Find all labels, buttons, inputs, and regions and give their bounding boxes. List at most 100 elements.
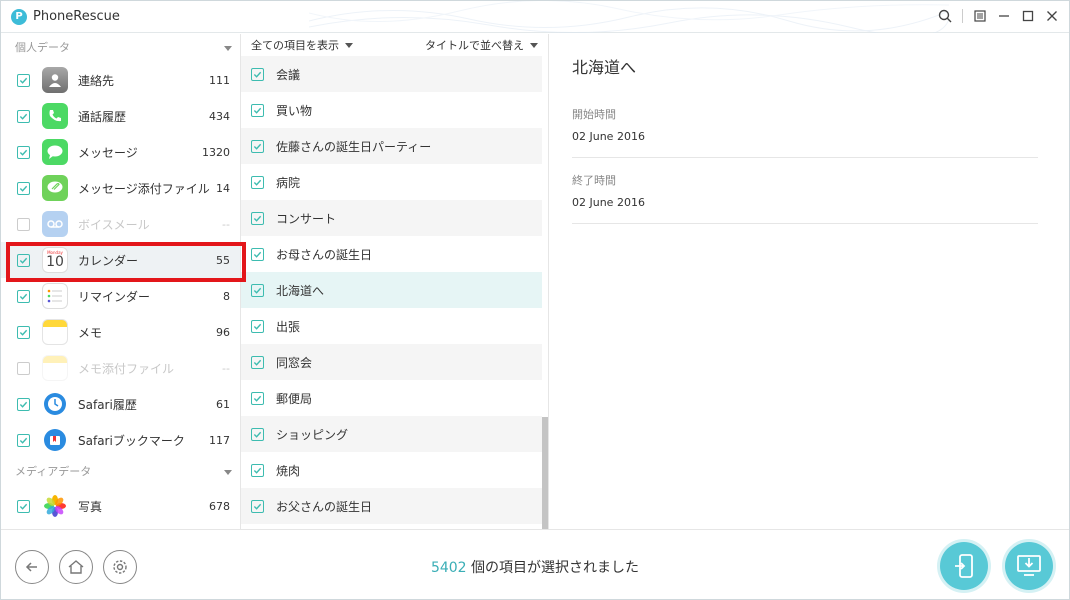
list-item[interactable]: コンサート — [241, 200, 542, 236]
safari-bookmark-icon — [42, 427, 68, 453]
end-time-label: 終了時間 — [572, 174, 616, 187]
checkbox[interactable] — [251, 211, 264, 225]
checkbox[interactable] — [17, 145, 30, 159]
recover-to-device-button[interactable] — [940, 542, 988, 590]
checkbox[interactable] — [251, 355, 264, 369]
sidebar-item-label: メッセージ — [78, 145, 138, 160]
minimize-icon[interactable] — [995, 7, 1013, 25]
sidebar-item-safari-bookmarks[interactable]: Safariブックマーク 117 — [1, 422, 240, 458]
bottom-bar: 5402 個の項目が選択されました — [1, 529, 1069, 599]
list-item[interactable]: 佐藤さんの誕生日パーティー — [241, 128, 542, 164]
checkbox[interactable] — [17, 325, 30, 339]
reminders-icon — [42, 283, 68, 309]
list-item[interactable]: 北海道へ — [241, 272, 542, 308]
sidebar-item-label: Safari履歴 — [78, 397, 137, 412]
list-item[interactable]: お父さんの誕生日 — [241, 488, 542, 524]
calendar-highlight-box — [6, 242, 246, 282]
phonerescue-window: P PhoneRescue 個人データ 連絡先 111 通話履歴 434 メッセ… — [0, 0, 1070, 600]
list-item-label: 郵便局 — [276, 391, 313, 406]
photos-icon — [42, 493, 68, 519]
checkbox[interactable] — [251, 67, 264, 81]
checkbox[interactable] — [17, 289, 30, 303]
sidebar-item-voicemail[interactable]: ボイスメール -- — [1, 206, 240, 242]
messages-icon — [42, 139, 68, 165]
checkbox[interactable] — [17, 73, 30, 87]
checkbox[interactable] — [17, 499, 30, 513]
sidebar-item-label: メモ添付ファイル — [78, 361, 175, 376]
list-item[interactable]: 出張 — [241, 308, 542, 344]
sidebar-item-messages[interactable]: メッセージ 1320 — [1, 134, 240, 170]
list-item[interactable]: 焼肉 — [241, 452, 542, 488]
attachment-icon — [42, 175, 68, 201]
sidebar-item-label: 通話履歴 — [78, 109, 127, 124]
checkbox[interactable] — [251, 175, 264, 189]
recover-to-computer-icon — [1017, 555, 1041, 576]
recover-to-device-icon — [955, 554, 973, 578]
item-count: 117 — [209, 433, 230, 447]
item-count: 434 — [209, 109, 230, 123]
sidebar-item-contacts[interactable]: 連絡先 111 — [1, 62, 240, 98]
selected-text: 個の項目が選択されました — [471, 560, 640, 576]
list-header: 全ての項目を表示 タイトルで並べ替え — [241, 34, 548, 56]
checkbox[interactable] — [17, 397, 30, 411]
list-item[interactable]: 買い物 — [241, 92, 542, 128]
item-count: 678 — [209, 499, 230, 513]
checkbox[interactable] — [251, 139, 264, 153]
list-item-label: コンサート — [276, 211, 337, 226]
start-time-field: 開始時間 02 June 2016 — [572, 92, 1038, 158]
sidebar-item-notes[interactable]: メモ 96 — [1, 314, 240, 350]
filter-dropdown[interactable]: 全ての項目を表示 — [251, 37, 353, 53]
list-item[interactable]: 会議 — [241, 56, 542, 92]
list-item-label: お父さんの誕生日 — [276, 499, 373, 514]
list-item[interactable]: ショッピング — [241, 416, 542, 452]
list-item[interactable]: 同窓会 — [241, 344, 542, 380]
checkbox[interactable] — [251, 103, 264, 117]
menu-icon[interactable] — [971, 7, 989, 25]
media-data-header[interactable]: メディアデータ — [1, 458, 240, 486]
personal-data-header[interactable]: 個人データ — [1, 34, 240, 62]
checkbox[interactable] — [251, 427, 264, 441]
search-icon[interactable] — [936, 7, 954, 25]
checkbox[interactable] — [17, 217, 30, 231]
checkbox[interactable] — [251, 499, 264, 513]
sidebar-item-safari-history[interactable]: Safari履歴 61 — [1, 386, 240, 422]
sidebar-item-call-history[interactable]: 通話履歴 434 — [1, 98, 240, 134]
list-item[interactable]: 病院 — [241, 164, 542, 200]
checkbox[interactable] — [17, 109, 30, 123]
list-scrollbar[interactable] — [542, 417, 548, 529]
event-title: 北海道へ — [572, 58, 637, 77]
item-count: -- — [222, 217, 230, 231]
notes-attachment-icon — [42, 355, 68, 381]
checkbox[interactable] — [251, 463, 264, 477]
contacts-icon — [42, 67, 68, 93]
list-item-label: 佐藤さんの誕生日パーティー — [276, 139, 432, 154]
checkbox[interactable] — [17, 433, 30, 447]
list-item[interactable]: 郵便局 — [241, 380, 542, 416]
checkbox[interactable] — [251, 247, 264, 261]
recover-to-computer-button[interactable] — [1005, 542, 1053, 590]
chevron-down-icon — [224, 470, 232, 475]
close-icon[interactable] — [1043, 7, 1061, 25]
sidebar-item-notes-attachments[interactable]: メモ添付ファイル -- — [1, 350, 240, 386]
list-item[interactable]: お母さんの誕生日 — [241, 236, 542, 272]
sidebar-item-message-attachments[interactable]: メッセージ添付ファイル 14 — [1, 170, 240, 206]
list-item-label: 会議 — [276, 67, 301, 82]
checkbox[interactable] — [251, 391, 264, 405]
checkbox[interactable] — [17, 181, 30, 195]
checkbox[interactable] — [17, 361, 30, 375]
checkbox[interactable] — [251, 283, 264, 297]
sidebar-item-photos[interactable]: 写真 678 — [1, 486, 240, 526]
sort-dropdown[interactable]: タイトルで並べ替え — [425, 37, 538, 53]
media-data-header-label: メディアデータ — [15, 465, 92, 478]
maximize-icon[interactable] — [1019, 7, 1037, 25]
phone-icon — [42, 103, 68, 129]
sidebar-item-label: メモ — [78, 325, 103, 340]
sidebar-item-label: リマインダー — [78, 289, 151, 304]
selection-status: 5402 個の項目が選択されました — [1, 557, 1069, 577]
title-bar: P PhoneRescue — [1, 1, 1069, 33]
personal-data-header-label: 個人データ — [15, 41, 70, 54]
decorative-wave — [309, 1, 949, 33]
checkbox[interactable] — [251, 319, 264, 333]
start-time-label: 開始時間 — [572, 108, 616, 121]
sidebar-item-reminders[interactable]: リマインダー 8 — [1, 278, 240, 314]
